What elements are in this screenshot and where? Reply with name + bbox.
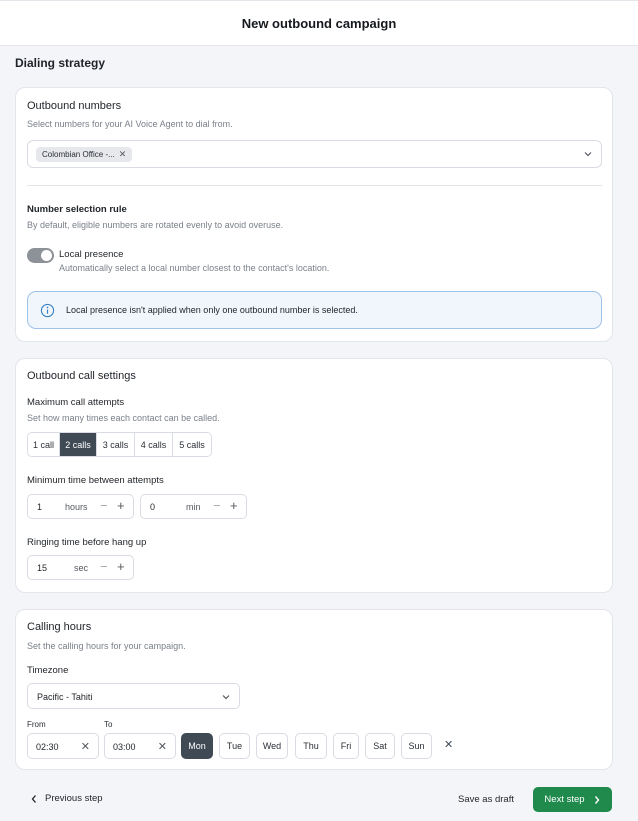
max-attempts-title: Maximum call attempts [27,397,125,408]
day-fri[interactable]: Fri [333,733,359,759]
max-attempts-segmented: 1 call 2 calls 3 calls 4 calls 5 calls [27,432,212,457]
day-sat[interactable]: Sat [365,733,395,759]
minutes-value[interactable]: 0 [150,502,155,512]
number-chip-label: Colombian Office -... [42,150,115,159]
number-selection-title: Number selection rule [27,204,127,215]
chevron-left-icon [31,794,36,803]
minus-icon[interactable]: − [100,559,108,574]
local-presence-label: Local presence [59,249,124,260]
outbound-numbers-subtitle: Select numbers for your AI Voice Agent t… [27,119,233,129]
to-time-input[interactable]: 03:00 ✕ [104,733,176,759]
outbound-numbers-card: Outbound numbers Select numbers for your… [15,87,613,342]
max-attempts-subtitle: Set how many times each contact can be c… [27,413,220,423]
call-settings-card: Outbound call settings Maximum call atte… [15,358,613,593]
outbound-numbers-title: Outbound numbers [27,100,122,112]
next-step-label: Next step [544,794,585,805]
number-selection-subtitle: By default, eligible numbers are rotated… [27,220,284,230]
hours-stepper[interactable]: 1 hours − + [27,494,134,519]
minus-icon[interactable]: − [213,498,221,513]
plus-icon[interactable]: + [117,498,125,513]
attempts-option-4[interactable]: 4 calls [135,433,173,456]
timezone-select[interactable]: Pacific - Tahiti [27,683,240,709]
section-title: Dialing strategy [15,56,106,70]
close-icon[interactable]: ✕ [119,149,127,160]
plus-icon[interactable]: + [230,498,238,513]
next-step-button[interactable]: Next step [533,787,612,812]
min-time-title: Minimum time between attempts [27,475,164,486]
number-chip: Colombian Office -... ✕ [36,147,133,162]
info-text: Local presence isn't applied when only o… [66,305,358,315]
attempts-option-2[interactable]: 2 calls [60,433,97,456]
local-presence-toggle[interactable] [27,248,54,263]
minus-icon[interactable]: − [100,498,108,513]
previous-step-button[interactable]: Previous step [30,793,103,804]
plus-icon[interactable]: + [117,559,125,574]
day-sun[interactable]: Sun [401,733,432,759]
close-icon[interactable]: ✕ [158,740,167,753]
info-icon [40,303,55,318]
info-banner: Local presence isn't applied when only o… [27,291,602,329]
minutes-stepper[interactable]: 0 min − + [140,494,247,519]
to-label: To [104,720,113,729]
close-icon[interactable]: ✕ [81,740,90,753]
top-bar: New outbound campaign [0,0,638,46]
divider [27,185,602,186]
previous-step-label: Previous step [45,793,103,804]
attempts-option-1[interactable]: 1 call [28,433,60,456]
from-label: From [27,720,46,729]
save-draft-button[interactable]: Save as draft [458,794,514,805]
toggle-knob [41,250,52,261]
calling-hours-title: Calling hours [27,621,92,633]
from-time-input[interactable]: 02:30 ✕ [27,733,99,759]
timezone-value: Pacific - Tahiti [37,692,93,702]
ringing-stepper[interactable]: 15 sec − + [27,555,134,580]
ringing-value[interactable]: 15 [37,563,47,573]
calling-hours-card: Calling hours Set the calling hours for … [15,609,613,770]
attempts-option-3[interactable]: 3 calls [97,433,135,456]
close-icon[interactable]: ✕ [444,738,453,751]
attempts-option-5[interactable]: 5 calls [173,433,211,456]
ringing-unit: sec [74,563,89,573]
local-presence-description: Automatically select a local number clos… [59,263,330,273]
ringing-title: Ringing time before hang up [27,537,147,548]
hours-value[interactable]: 1 [37,502,42,512]
day-wed[interactable]: Wed [256,733,288,759]
page-title: New outbound campaign [241,15,397,31]
day-thu[interactable]: Thu [295,733,327,759]
to-time-value[interactable]: 03:00 [113,742,136,752]
chevron-right-icon [594,795,599,804]
hours-unit: hours [65,502,88,512]
call-settings-title: Outbound call settings [27,370,136,382]
minutes-unit: min [186,502,201,512]
day-tue[interactable]: Tue [219,733,250,759]
chevron-down-icon[interactable] [583,149,593,159]
from-time-value[interactable]: 02:30 [36,742,59,752]
calling-hours-subtitle: Set the calling hours for your campaign. [27,641,186,651]
chevron-down-icon[interactable] [221,692,231,702]
timezone-label: Timezone [27,665,69,676]
outbound-numbers-select[interactable]: Colombian Office -... ✕ [27,140,602,168]
day-mon[interactable]: Mon [181,733,213,759]
